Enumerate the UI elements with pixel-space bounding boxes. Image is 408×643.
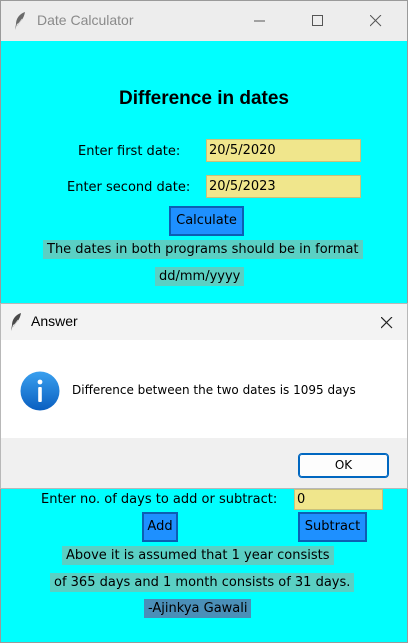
first-date-label: Enter first date:	[78, 144, 181, 159]
close-icon	[381, 317, 393, 329]
feather-icon	[11, 313, 21, 331]
answer-dialog: Answer Difference between the two dates …	[0, 303, 408, 489]
feather-icon	[15, 12, 25, 30]
add-button[interactable]: Add	[142, 512, 178, 542]
dialog-title-bar[interactable]: Answer	[1, 304, 407, 340]
second-date-input[interactable]: 20/5/2023	[206, 175, 361, 198]
format-note-line2: dd/mm/yyyy	[155, 267, 245, 286]
format-note-line1: The dates in both programs should be in …	[43, 240, 363, 259]
dialog-body: Difference between the two dates is 1095…	[1, 340, 407, 438]
close-icon	[370, 15, 382, 27]
ok-button[interactable]: OK	[298, 453, 389, 478]
author-credit: -Ajinkya Gawali	[144, 599, 252, 618]
dialog-close-button[interactable]	[369, 310, 403, 336]
first-date-input[interactable]: 20/5/2020	[206, 139, 361, 162]
subtract-button[interactable]: Subtract	[298, 512, 367, 542]
dialog-message: Difference between the two dates is 1095…	[72, 383, 356, 397]
maximize-icon	[312, 15, 323, 26]
minimize-icon	[254, 20, 265, 22]
calculate-button[interactable]: Calculate	[169, 206, 244, 236]
dialog-title: Answer	[31, 313, 78, 329]
days-label: Enter no. of days to add or subtract:	[41, 492, 278, 507]
assumption-line2: of 365 days and 1 month consists of 31 d…	[50, 573, 355, 592]
minimize-button[interactable]	[237, 1, 283, 41]
page-title: Difference in dates	[119, 88, 289, 109]
title-bar[interactable]: Date Calculator	[1, 1, 407, 41]
info-icon	[20, 371, 60, 411]
close-window-button[interactable]	[353, 1, 399, 41]
window-title: Date Calculator	[37, 12, 134, 28]
assumption-line1: Above it is assumed that 1 year consists	[62, 546, 334, 565]
days-input[interactable]: 0	[294, 489, 383, 510]
second-date-label: Enter second date:	[67, 180, 191, 195]
maximize-button[interactable]	[295, 1, 341, 41]
